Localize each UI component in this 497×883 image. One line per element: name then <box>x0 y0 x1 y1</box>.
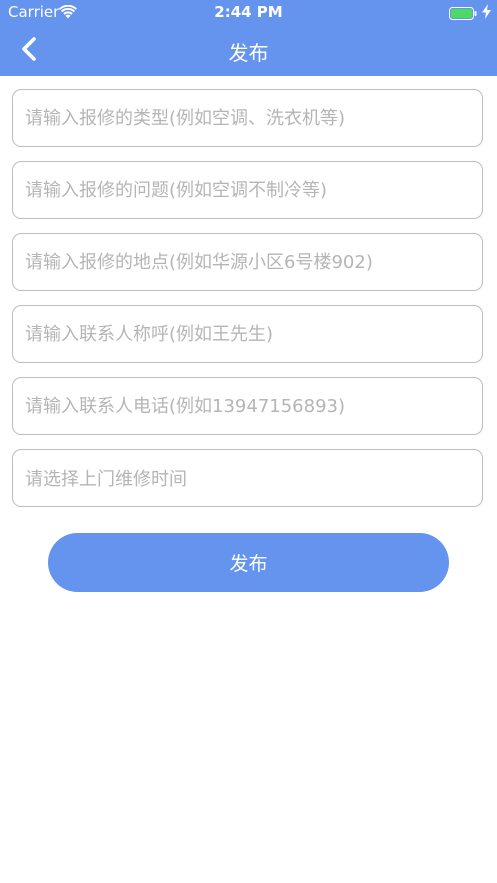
repair-location-input[interactable] <box>12 233 483 291</box>
submit-button[interactable]: 发布 <box>48 533 449 592</box>
contact-name-input[interactable] <box>12 305 483 363</box>
nav-bar: 发布 <box>0 24 497 76</box>
battery-icon <box>449 5 477 20</box>
repair-issue-input[interactable] <box>12 161 483 219</box>
header: Carrier 2:44 PM 发布 <box>0 0 497 76</box>
page-title: 发布 <box>228 41 269 65</box>
repair-type-input[interactable] <box>12 89 483 147</box>
contact-phone-input[interactable] <box>12 377 483 435</box>
status-time: 2:44 PM <box>214 3 283 21</box>
status-bar: Carrier 2:44 PM <box>0 0 497 24</box>
visit-time-picker[interactable]: 请选择上门维修时间 <box>12 449 483 507</box>
visit-time-label: 请选择上门维修时间 <box>25 469 187 490</box>
charging-bolt-icon <box>482 4 491 19</box>
